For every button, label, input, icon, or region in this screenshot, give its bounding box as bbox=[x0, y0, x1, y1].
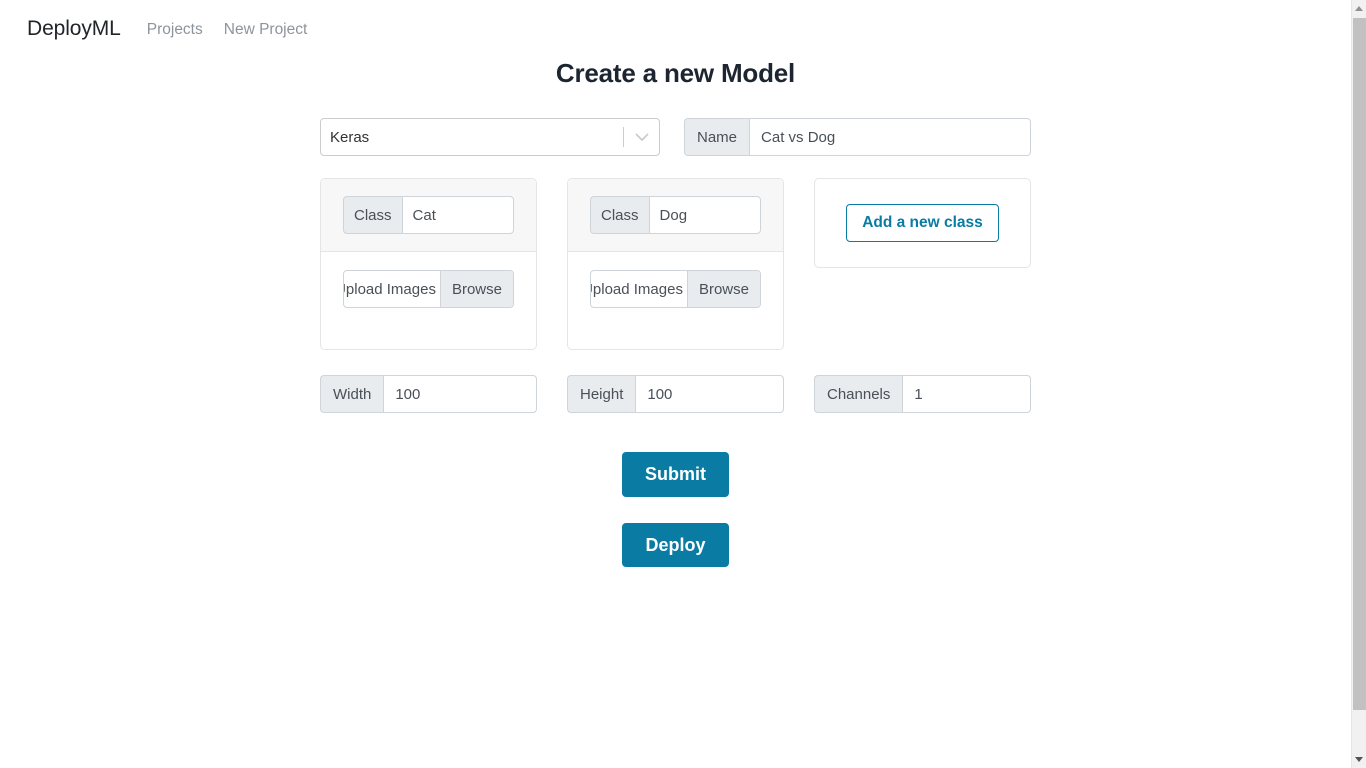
page-title: Create a new Model bbox=[555, 58, 796, 88]
model-name-group: Name bbox=[684, 118, 1031, 156]
class-card-body: Upload Images Browse bbox=[321, 252, 536, 349]
navbar-brand[interactable]: DeployML bbox=[27, 17, 121, 41]
class-name-group: Class bbox=[343, 196, 514, 234]
height-group: Height bbox=[567, 375, 784, 413]
class-name-input[interactable] bbox=[401, 196, 514, 234]
vertical-scrollbar[interactable] bbox=[1351, 0, 1366, 768]
width-label: Width bbox=[320, 375, 384, 413]
form-row-classes: Class Upload Images Browse bbox=[320, 178, 1031, 350]
add-class-card: Add a new class bbox=[814, 178, 1031, 268]
file-input-label: Upload Images bbox=[344, 280, 436, 298]
model-name-input[interactable] bbox=[749, 118, 1031, 156]
navbar-links: Projects New Project bbox=[147, 18, 308, 39]
triangle-down-icon bbox=[1355, 757, 1363, 762]
framework-select-column: Keras bbox=[320, 118, 660, 156]
triangle-up-icon bbox=[1355, 6, 1363, 11]
navbar: DeployML Projects New Project bbox=[0, 0, 1351, 57]
channels-group: Channels bbox=[814, 375, 1031, 413]
nav-link-new-project[interactable]: New Project bbox=[224, 21, 308, 39]
class-card-header: Class bbox=[568, 179, 783, 252]
channels-label: Channels bbox=[814, 375, 903, 413]
scrollbar-thumb[interactable] bbox=[1353, 18, 1366, 710]
channels-column: Channels bbox=[814, 375, 1031, 413]
file-browse-button[interactable]: Browse bbox=[686, 271, 760, 307]
class-card-header: Class bbox=[321, 179, 536, 252]
scrollbar-down-arrow[interactable] bbox=[1352, 751, 1366, 768]
page-content: DeployML Projects New Project Create a n… bbox=[0, 0, 1351, 768]
form-row-basics: Keras Name bbox=[320, 118, 1031, 156]
deploy-button[interactable]: Deploy bbox=[622, 522, 729, 568]
class-name-group: Class bbox=[590, 196, 761, 234]
class-name-label: Class bbox=[590, 196, 649, 234]
deploy-button-row: Deploy bbox=[320, 522, 1031, 568]
submit-button-row: Submit bbox=[320, 452, 1031, 497]
channels-input[interactable] bbox=[902, 375, 1031, 413]
form-row-dimensions: Width Height Channels bbox=[320, 375, 1031, 413]
class-image-file-input[interactable]: Upload Images Browse bbox=[343, 270, 514, 308]
chevron-down-icon[interactable] bbox=[624, 127, 659, 147]
class-card-body: Upload Images Browse bbox=[568, 252, 783, 349]
class-card: Class Upload Images Browse bbox=[320, 178, 537, 350]
height-input[interactable] bbox=[635, 375, 784, 413]
file-input-label: Upload Images bbox=[591, 280, 683, 298]
model-name-label: Name bbox=[684, 118, 750, 156]
width-input[interactable] bbox=[383, 375, 537, 413]
model-name-column: Name bbox=[684, 118, 1031, 156]
height-column: Height bbox=[567, 375, 784, 413]
add-new-class-button[interactable]: Add a new class bbox=[846, 204, 999, 242]
framework-select-value: Keras bbox=[330, 129, 370, 145]
browser-viewport: DeployML Projects New Project Create a n… bbox=[0, 0, 1366, 768]
model-form: Keras Name Cat vs Dog Class Cat Upload I… bbox=[320, 118, 1031, 568]
width-column: Width bbox=[320, 375, 537, 413]
framework-select[interactable]: Keras bbox=[320, 118, 660, 156]
scrollbar-up-arrow[interactable] bbox=[1352, 0, 1366, 17]
class-name-input[interactable] bbox=[648, 196, 761, 234]
class-name-label: Class bbox=[343, 196, 402, 234]
width-group: Width bbox=[320, 375, 537, 413]
nav-link-projects[interactable]: Projects bbox=[147, 21, 203, 39]
submit-button[interactable]: Submit bbox=[622, 452, 729, 497]
class-image-file-input[interactable]: Upload Images Browse bbox=[590, 270, 761, 308]
class-card: Class Upload Images Browse bbox=[567, 178, 784, 350]
file-browse-button[interactable]: Browse bbox=[439, 271, 513, 307]
height-label: Height bbox=[567, 375, 636, 413]
